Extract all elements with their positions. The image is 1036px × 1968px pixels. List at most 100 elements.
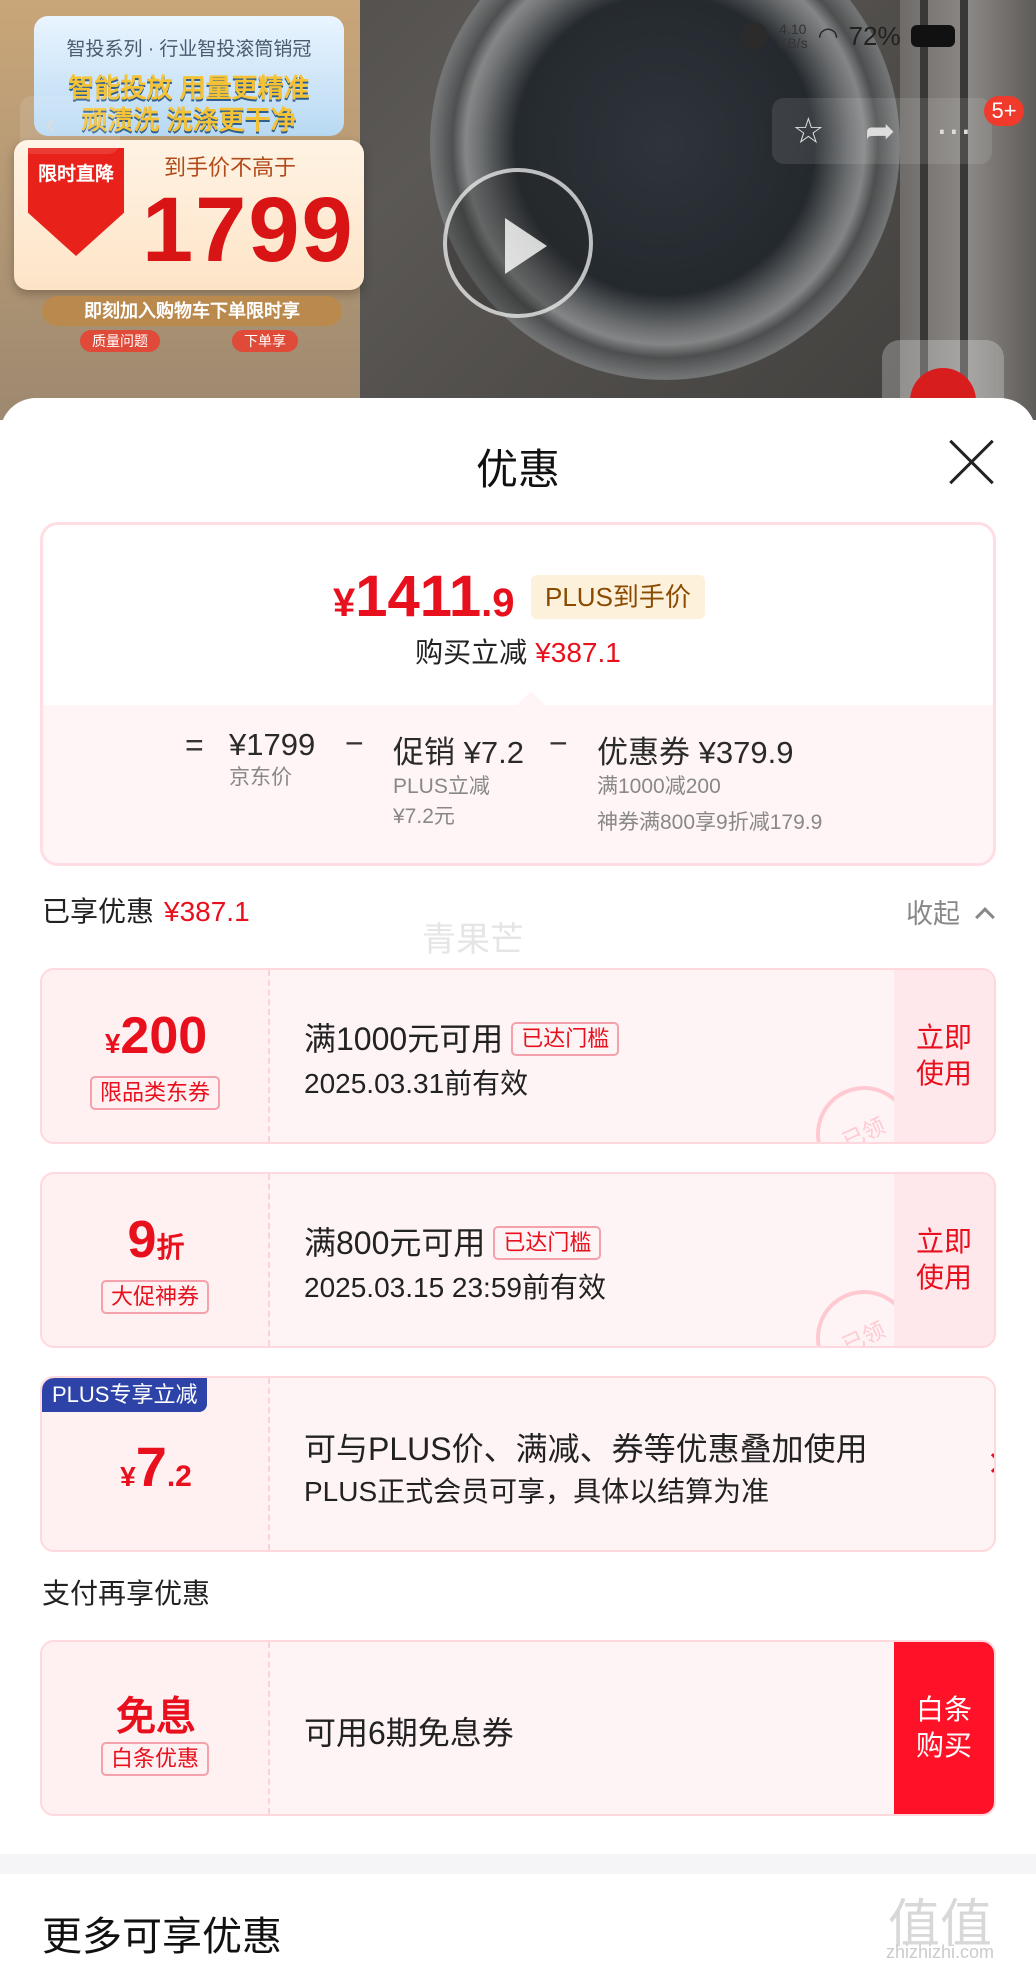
close-icon[interactable] xyxy=(948,438,996,486)
coupon-type-tag: 限品类东券 xyxy=(89,1076,221,1110)
price-summary-card: ¥1411.9 PLUS到手价 购买立减 ¥387.1 = ¥1799 京东价 −… xyxy=(40,522,996,866)
site-watermark-url: zhizhizhi.com xyxy=(886,1942,995,1962)
product-media-background: 智投系列 · 行业智投滚筒销冠 智能投放 用量更精准 顽渍洗 洗涤更干净 到手价… xyxy=(0,0,1036,420)
back-button[interactable]: ‹ xyxy=(20,96,120,154)
status-bar: 4.10 KB/s ◠ 72% xyxy=(740,18,955,54)
share-icon[interactable]: ➦ xyxy=(865,111,895,152)
final-price-integer: 1411 xyxy=(355,564,482,629)
plus-amount-dec: .2 xyxy=(166,1460,192,1493)
discount-sheet: 优惠 ¥1411.9 PLUS到手价 购买立减 ¥387.1 = ¥1799 京东… xyxy=(0,398,1036,1968)
coupon-sub-1: 满1000减200 xyxy=(597,775,721,798)
enjoyed-label: 已享优惠 xyxy=(42,896,155,927)
poster-series-text: 智投系列 · 行业智投滚筒销冠 xyxy=(66,39,312,60)
more-offers-title: 更多可享优惠 xyxy=(42,1915,282,1959)
poster-cart-bar: 即刻加入购物车下单限时享 xyxy=(42,296,342,326)
coupon-currency: ¥ xyxy=(104,1028,121,1059)
limited-drop-text: 限时直降 xyxy=(37,164,114,185)
alarm-icon xyxy=(740,22,768,50)
threshold-reached-tag: 已达门槛 xyxy=(511,1021,620,1056)
coupon-amount: 9折 xyxy=(42,1210,270,1270)
coupon-condition-text: 满800元可用 xyxy=(304,1225,486,1261)
coupon-value-panel: ¥200 限品类东券 xyxy=(42,970,270,1142)
plus-exclusive-label: PLUS专享立减 xyxy=(42,1378,208,1412)
use-now-label-2: 使用 xyxy=(915,1058,972,1089)
coupon-validity: 2025.03.31前有效 xyxy=(304,1068,529,1099)
network-speed: 4.10 KB/s xyxy=(778,22,808,50)
promo-value: 促销 ¥7.2 xyxy=(393,735,524,770)
plus-description-1: 可与PLUS价、满减、券等优惠叠加使用 xyxy=(304,1431,868,1467)
coupon-amount-unit: 折 xyxy=(156,1232,185,1263)
wifi-icon: ◠ xyxy=(817,22,839,50)
coupon-condition-text: 满1000元可用 xyxy=(304,1021,504,1057)
enjoyed-discount: 已享优惠 ¥387.1 xyxy=(42,890,250,930)
network-speed-unit: KB/s xyxy=(778,35,808,51)
promo-col: 促销 ¥7.2 PLUS立减 ¥7.2元 xyxy=(393,727,524,832)
final-price-currency: ¥ xyxy=(333,581,356,625)
instant-discount-line: 购买立减 ¥387.1 xyxy=(43,631,993,671)
chevron-right-icon[interactable] xyxy=(983,1453,994,1473)
coupon-amount-value: 9 xyxy=(127,1211,157,1269)
message-badge: 5+ xyxy=(984,96,1024,126)
plus-description-2: PLUS正式会员可享，具体以结算为准 xyxy=(304,1476,770,1507)
use-now-label-1: 立即 xyxy=(915,1226,972,1257)
coupon-validity: 2025.03.15 23:59前有效 xyxy=(304,1272,606,1303)
plus-amount: ¥7.2 xyxy=(42,1434,270,1499)
use-now-button[interactable]: 立即 使用 xyxy=(894,970,994,1142)
plus-amount-int: 7 xyxy=(135,1435,167,1498)
payment-section-title: 支付再享优惠 xyxy=(42,1578,211,1609)
coupon-amount-value: 200 xyxy=(120,1007,208,1065)
network-speed-value: 4.10 xyxy=(779,21,807,37)
instant-discount-value: ¥387.1 xyxy=(535,637,621,668)
play-video-button[interactable] xyxy=(443,168,593,318)
coupon-type-tag: 大促神券 xyxy=(100,1280,210,1314)
chevron-up-icon[interactable] xyxy=(975,907,995,927)
interest-free-card: 免息 白条优惠 可用6期免息券 白条 购买 xyxy=(40,1640,996,1816)
coupon-condition: 满1000元可用 已达门槛 xyxy=(304,1014,620,1060)
final-price: ¥1411.9 xyxy=(333,563,514,630)
plus-price-tag: PLUS到手价 xyxy=(531,575,705,619)
minus-sign-2: − xyxy=(549,725,568,761)
top-actions: ☆ ➦ ⋯ xyxy=(772,98,992,164)
plus-discount-card[interactable]: ¥7.2 PLUS专享立减 可与PLUS价、满减、券等优惠叠加使用 PLUS正式… xyxy=(40,1376,996,1552)
coupon-condition: 满800元可用 已达门槛 xyxy=(304,1218,602,1264)
instant-discount-label: 购买立减 xyxy=(415,637,528,668)
coupon-col: 优惠券 ¥379.9 满1000减200 神券满800享9折减179.9 xyxy=(597,727,822,838)
collapse-button[interactable]: 收起 xyxy=(906,892,960,931)
final-price-decimal: .9 xyxy=(481,581,515,625)
poster-chip-order: 下单享 xyxy=(232,330,298,352)
coupon-sub-2: 神券满800享9折减179.9 xyxy=(597,811,823,834)
price-breakdown: = ¥1799 京东价 − 促销 ¥7.2 PLUS立减 ¥7.2元 − 优惠券… xyxy=(43,691,993,863)
enjoyed-value: ¥387.1 xyxy=(164,896,250,927)
interest-free-desc: 可用6期免息券 xyxy=(304,1715,514,1751)
interest-free-title: 免息 xyxy=(116,1695,196,1739)
use-now-label-1: 立即 xyxy=(915,1022,972,1053)
watermark-text: 青果芒 xyxy=(422,921,524,959)
minus-sign-1: − xyxy=(345,725,364,761)
poster-price-value: 1799 xyxy=(142,179,355,281)
interest-value-panel: 免息 白条优惠 xyxy=(42,1642,270,1814)
threshold-reached-tag: 已达门槛 xyxy=(493,1225,602,1260)
coupon-card-90off: 9折 大促神券 满800元可用 已达门槛 2025.03.15 23:59前有效 … xyxy=(40,1172,996,1348)
battery-icon xyxy=(910,25,955,47)
promo-poster: 智投系列 · 行业智投滚筒销冠 智能投放 用量更精准 顽渍洗 洗涤更干净 到手价… xyxy=(0,0,364,420)
more-icon[interactable]: ⋯ xyxy=(936,111,972,152)
baitiao-buy-label-1: 白条 xyxy=(915,1694,972,1725)
star-icon[interactable]: ☆ xyxy=(792,111,824,152)
coupon-value-panel: 9折 大促神券 xyxy=(42,1174,270,1346)
summary-top: ¥1411.9 PLUS到手价 购买立减 ¥387.1 xyxy=(43,525,993,705)
coupon-amount: ¥200 xyxy=(42,1006,270,1066)
battery-level: 72% xyxy=(848,20,901,51)
plus-currency: ¥ xyxy=(120,1461,136,1492)
jd-price-col: ¥1799 京东价 xyxy=(229,727,315,793)
coupon-total-value: 优惠券 ¥379.9 xyxy=(597,735,794,770)
equals-sign: = xyxy=(185,727,204,763)
use-now-button[interactable]: 立即 使用 xyxy=(894,1174,994,1346)
section-divider xyxy=(0,1854,1036,1874)
jd-price-value: ¥1799 xyxy=(229,727,316,762)
promo-sub-1: PLUS立减 xyxy=(393,775,490,798)
use-now-label-2: 使用 xyxy=(915,1262,972,1293)
baitiao-buy-button[interactable]: 白条 购买 xyxy=(894,1642,994,1814)
poster-chip-quality: 质量问题 xyxy=(80,330,160,352)
baitiao-tag: 白条优惠 xyxy=(100,1742,210,1776)
jd-price-label: 京东价 xyxy=(229,766,292,789)
